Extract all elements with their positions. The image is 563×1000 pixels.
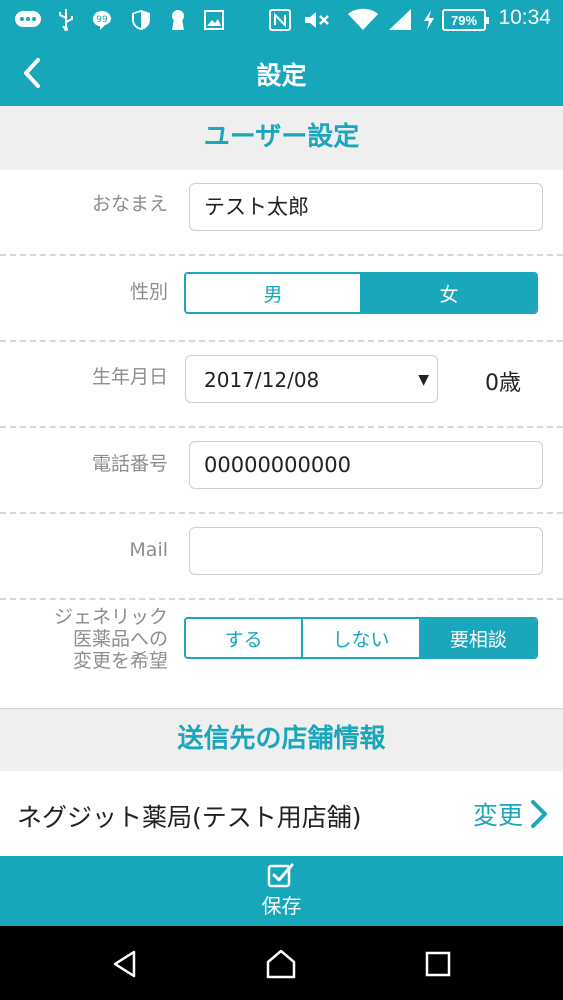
nav-recents-icon xyxy=(425,951,451,977)
mail-field[interactable] xyxy=(189,527,543,575)
age-text: 0歳 xyxy=(485,371,521,396)
usb-icon xyxy=(56,8,76,32)
nfc-icon xyxy=(268,8,292,32)
wifi-icon xyxy=(346,8,380,32)
nav-back-button[interactable] xyxy=(108,947,142,981)
mute-icon xyxy=(302,8,332,32)
page-title: 設定 xyxy=(256,61,307,90)
generic-label-line: 医薬品への xyxy=(72,628,168,650)
gender-label: 性別 xyxy=(129,281,168,303)
store-row: ネグジット薬局(テスト用店舗) 変更 xyxy=(0,772,563,856)
app-header: 設定 xyxy=(0,40,563,106)
change-store-label: 変更 xyxy=(472,801,523,830)
store-info-heading: 送信先の店舗情報 xyxy=(0,708,563,771)
generic-label-line: ジェネリック xyxy=(53,606,168,628)
phone-field[interactable]: 00000000000 xyxy=(189,441,543,489)
gender-male-button[interactable]: 男 xyxy=(186,274,362,312)
generic-label: ジェネリック 医薬品への 変更を希望 xyxy=(54,606,168,672)
save-button[interactable]: 保存 xyxy=(0,856,563,926)
svg-text:99: 99 xyxy=(96,15,108,25)
generic-consult-button[interactable]: 要相談 xyxy=(420,619,536,657)
gender-female-button[interactable]: 女 xyxy=(362,274,536,312)
nav-home-button[interactable] xyxy=(264,947,298,981)
nav-back-icon xyxy=(113,950,136,978)
birthday-value: 2017/12/08 xyxy=(204,368,320,392)
birthday-select[interactable]: 2017/12/08 ▼ xyxy=(185,355,438,403)
divider xyxy=(0,426,563,428)
user-settings-heading: ユーザー設定 xyxy=(0,106,563,170)
dropdown-arrow-icon: ▼ xyxy=(418,372,429,388)
generic-yes-button[interactable]: する xyxy=(186,619,304,657)
gender-toggle: 男 女 xyxy=(184,272,538,314)
signal-icon xyxy=(386,8,414,32)
message-icon xyxy=(14,8,42,32)
nav-recents-button[interactable] xyxy=(421,947,455,981)
divider xyxy=(0,340,563,342)
name-label: おなまえ xyxy=(91,193,168,215)
phone-label: 電話番号 xyxy=(91,453,168,475)
image-icon xyxy=(203,8,225,32)
battery-level: 79% xyxy=(450,12,478,28)
chat-icon: 99 xyxy=(90,8,114,32)
divider xyxy=(0,254,563,256)
divider xyxy=(0,598,563,600)
divider xyxy=(0,512,563,514)
charging-icon xyxy=(420,8,438,32)
shield-icon xyxy=(130,8,152,32)
keyhole-icon xyxy=(168,8,188,32)
battery-indicator: 79% xyxy=(442,9,489,31)
status-bar: 99 79% 10:34 xyxy=(0,0,563,40)
chevron-right-icon xyxy=(531,800,547,828)
generic-label-line: 変更を希望 xyxy=(72,650,168,672)
save-label: 保存 xyxy=(261,894,302,918)
name-field[interactable]: テスト太郎 xyxy=(189,183,543,231)
mail-label: Mail xyxy=(129,539,168,561)
nav-home-icon xyxy=(266,949,296,979)
change-store-button[interactable]: 変更 xyxy=(473,796,549,832)
generic-no-button[interactable]: しない xyxy=(303,619,421,657)
status-time: 10:34 xyxy=(498,6,551,29)
generic-toggle: する しない 要相談 xyxy=(184,617,538,659)
store-name: ネグジット薬局(テスト用店舗) xyxy=(17,803,362,832)
checkbox-check-icon xyxy=(267,863,294,888)
system-nav-bar xyxy=(0,926,563,1000)
birthday-label: 生年月日 xyxy=(91,366,168,388)
